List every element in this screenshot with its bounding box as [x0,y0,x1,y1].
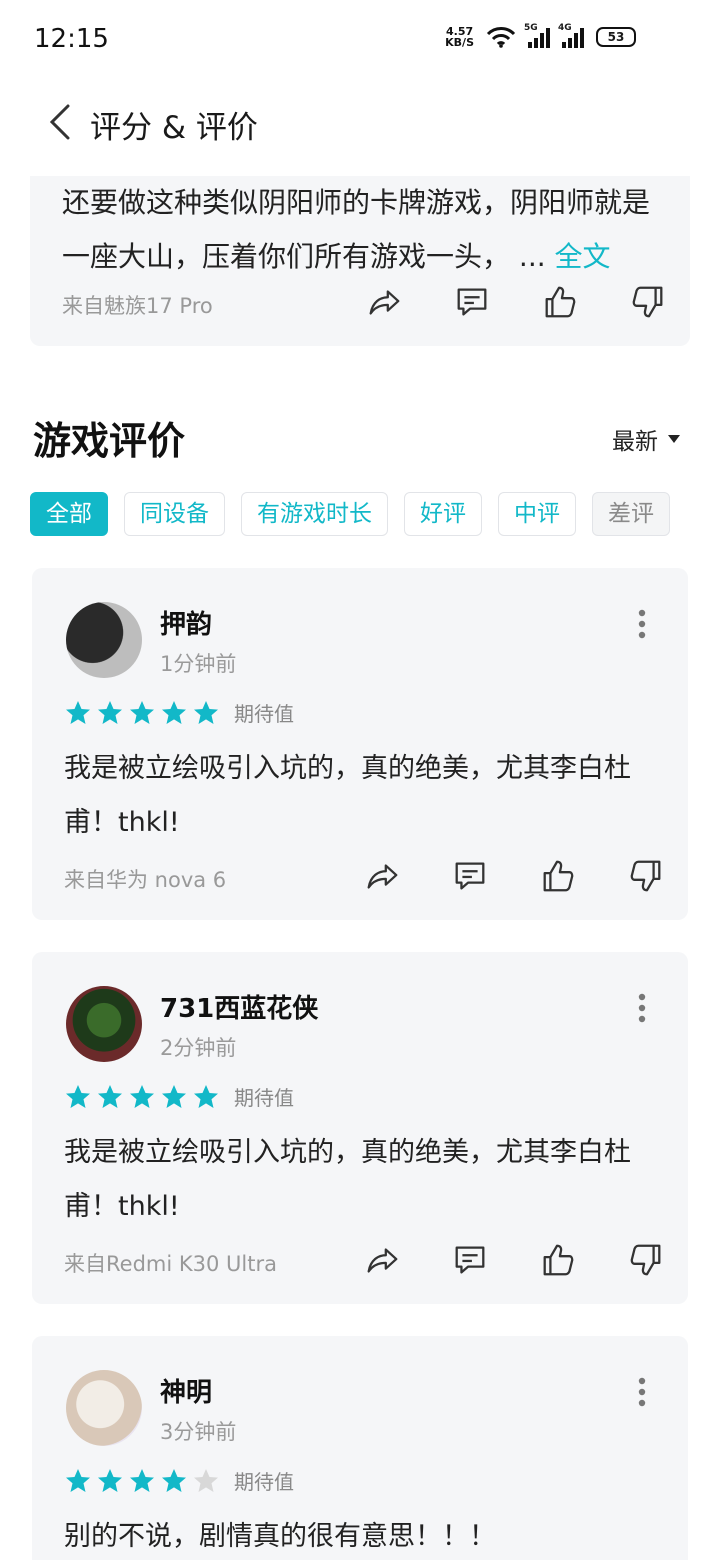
review-text: 我是被立绘吸引入坑的，真的绝美，尤其李白杜甫！thkl! [64,1137,631,1222]
review-time: 3分钟前 [160,1420,237,1444]
dislike-button[interactable] [604,280,692,324]
thumbs-down-icon [630,860,661,892]
review-time: 1分钟前 [160,652,237,676]
network-speed: 4.57 KB/S [445,25,474,49]
thumbs-down-icon [632,286,663,318]
star-empty-icon [194,1468,218,1492]
more-vertical-icon[interactable] [632,988,652,1028]
signal-5g-icon: 5G [524,23,550,48]
rating-row: 期待值 [64,1466,294,1495]
device-label: 来自华为 nova 6 [64,868,227,892]
share-button[interactable] [338,854,426,898]
review-actions [340,280,692,324]
dislike-button[interactable] [602,854,690,898]
star-filled-icon [194,700,218,724]
star-filled-icon [98,1084,122,1108]
username[interactable]: 731西蓝花侠 [160,988,318,1025]
filter-chip[interactable]: 全部 [30,492,108,536]
share-button[interactable] [340,280,428,324]
share-icon [369,290,400,315]
filter-chip[interactable]: 好评 [404,492,482,536]
filter-chip[interactable]: 有游戏时长 [241,492,388,536]
star-filled-icon [66,1084,90,1108]
review-actions [338,1238,690,1282]
username[interactable]: 押韵 [160,604,212,641]
wifi-icon [486,27,516,48]
page-title: 评分 & 评价 [90,110,258,146]
avatar[interactable] [66,986,142,1062]
username[interactable]: 神明 [160,1372,212,1409]
share-icon [367,1248,398,1273]
battery-icon: 53 [596,27,636,47]
thumbs-up-icon [543,860,574,892]
comment-icon [455,862,485,890]
device-label: 来自Redmi K30 Ultra [64,1252,277,1276]
review-card: 神明 3分钟前 期待值 别的不说，剧情真的很有意思！！！ [32,1336,688,1560]
review-card: 731西蓝花侠 2分钟前 期待值 我是被立绘吸引入坑的，真的绝美，尤其李白杜甫！… [32,952,688,1304]
like-button[interactable] [514,854,602,898]
rating-label: 期待值 [234,702,294,726]
share-button[interactable] [338,1238,426,1282]
comment-button[interactable] [428,280,516,324]
comment-icon [457,288,487,316]
filter-chip[interactable]: 差评 [592,492,670,536]
dislike-button[interactable] [602,1238,690,1282]
rating-label: 期待值 [234,1086,294,1110]
comment-icon [455,1246,485,1274]
rating-row: 期待值 [64,698,294,727]
like-button[interactable] [516,280,604,324]
thumbs-up-icon [543,1244,574,1276]
review-actions [338,854,690,898]
share-icon [367,864,398,889]
chevron-left-icon [49,104,70,140]
status-time: 12:15 [34,24,109,54]
comment-button[interactable] [426,854,514,898]
comment-button[interactable] [426,1238,514,1282]
rating-row: 期待值 [64,1082,294,1111]
header: 评分 & 评价 [0,90,720,154]
star-filled-icon [130,1084,154,1108]
star-filled-icon [98,700,122,724]
star-filled-icon [98,1468,122,1492]
star-filled-icon [194,1084,218,1108]
like-button[interactable] [514,1238,602,1282]
thumbs-up-icon [545,286,576,318]
star-filled-icon [130,700,154,724]
avatar[interactable] [66,602,142,678]
filter-chip[interactable]: 中评 [498,492,576,536]
star-filled-icon [66,1468,90,1492]
status-bar: 12:15 4.57 KB/S 5G 4G 53 [0,0,720,80]
rating-label: 期待值 [234,1470,294,1494]
filter-chip[interactable]: 同设备 [124,492,225,536]
review-text: 别的不说，剧情真的很有意思！！！ [64,1521,496,1552]
star-filled-icon [130,1468,154,1492]
signal-4g-icon: 4G [558,23,584,48]
thumbs-down-icon [630,1244,661,1276]
avatar[interactable] [66,1370,142,1446]
star-filled-icon [162,700,186,724]
section-title: 游戏评价 [33,419,186,463]
status-icons: 4.57 KB/S 5G 4G 53 [445,23,636,49]
star-filled-icon [162,1468,186,1492]
review-card: 还要做这种类似阴阳师的卡牌游戏，阴阳师就是一座大山，压着你们所有游戏一头， ..… [30,176,690,346]
read-more-link[interactable]: 全文 [555,240,611,273]
star-filled-icon [66,700,90,724]
device-label: 来自魅族17 Pro [62,294,213,318]
back-button[interactable] [40,100,80,144]
filter-chips: 全部 同设备 有游戏时长 好评 中评 差评 [30,492,670,536]
more-vertical-icon[interactable] [632,1372,652,1412]
review-time: 2分钟前 [160,1036,237,1060]
caret-down-icon [668,435,680,443]
review-text: 我是被立绘吸引入坑的，真的绝美，尤其李白杜甫！thkl! [64,753,631,838]
star-filled-icon [162,1084,186,1108]
sort-label: 最新 [612,429,658,455]
review-text: 还要做这种类似阴阳师的卡牌游戏，阴阳师就是一座大山，压着你们所有游戏一头， ..… [62,186,651,273]
sort-dropdown[interactable]: 最新 [612,422,680,456]
review-card: 押韵 1分钟前 期待值 我是被立绘吸引入坑的，真的绝美，尤其李白杜甫！thkl!… [32,568,688,920]
more-vertical-icon[interactable] [632,604,652,644]
